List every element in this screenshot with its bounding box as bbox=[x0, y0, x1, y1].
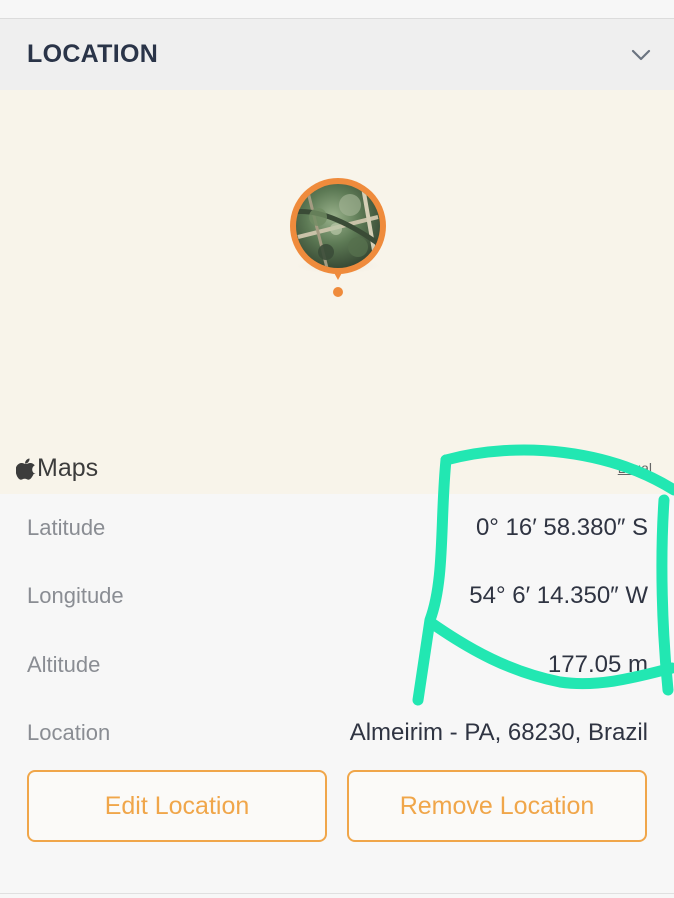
longitude-value: 54° 6′ 14.350″ W bbox=[469, 582, 648, 609]
top-strip bbox=[0, 0, 674, 19]
longitude-row: Longitude 54° 6′ 14.350″ W bbox=[27, 576, 648, 616]
section-title: LOCATION bbox=[27, 40, 159, 68]
location-details: Latitude 0° 16′ 58.380″ S Longitude 54° … bbox=[0, 494, 674, 898]
longitude-label: Longitude bbox=[27, 583, 124, 608]
remove-location-button[interactable]: Remove Location bbox=[347, 770, 647, 842]
edit-location-button[interactable]: Edit Location bbox=[27, 770, 327, 842]
location-value: Almeirim - PA, 68230, Brazil bbox=[349, 719, 648, 746]
latitude-label: Latitude bbox=[27, 515, 106, 540]
altitude-value: 177.05 m bbox=[547, 651, 648, 678]
latitude-value: 0° 16′ 58.380″ S bbox=[475, 514, 648, 541]
apple-maps-attribution[interactable]: Maps bbox=[16, 454, 98, 483]
location-row: Location Almeirim - PA, 68230, Brazil bbox=[27, 713, 648, 753]
location-section-header[interactable]: LOCATION bbox=[0, 19, 674, 90]
apple-logo-icon bbox=[16, 458, 36, 480]
legal-link[interactable]: Legal bbox=[618, 460, 652, 476]
altitude-label: Altitude bbox=[27, 652, 101, 677]
location-label: Location bbox=[27, 720, 111, 745]
map-pin-icon[interactable] bbox=[288, 177, 388, 297]
maps-attribution-text: Maps bbox=[37, 454, 99, 482]
map-view[interactable]: Maps Legal bbox=[0, 90, 674, 494]
chevron-down-icon[interactable] bbox=[630, 44, 652, 66]
altitude-row: Altitude 177.05 m bbox=[27, 645, 648, 685]
bottom-divider bbox=[0, 893, 674, 894]
latitude-row: Latitude 0° 16′ 58.380″ S bbox=[27, 508, 648, 548]
